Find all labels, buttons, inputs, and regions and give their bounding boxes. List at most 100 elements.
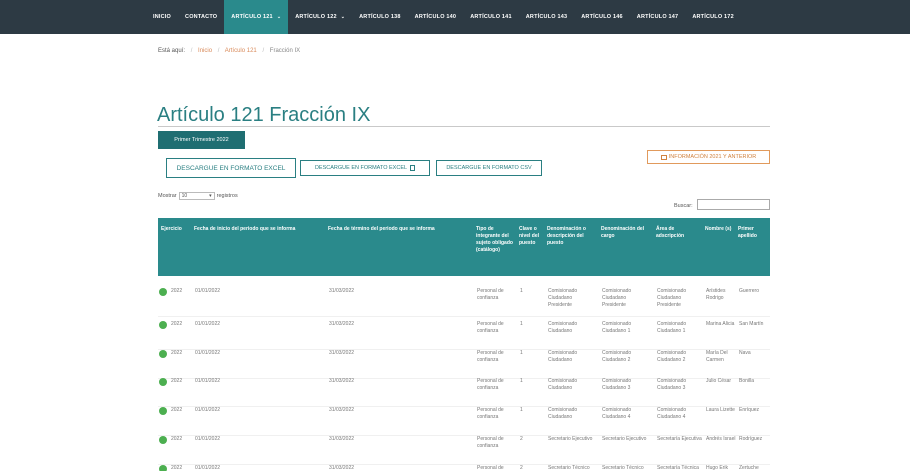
main-nav: INICIO CONTACTO ARTÍCULO 121 ⌄ ARTÍCULO 1… xyxy=(146,0,741,34)
cell-area-adscripcion: Comisionado Ciudadano 1 xyxy=(657,321,687,334)
nav-label: ARTÍCULO 121 xyxy=(231,14,273,20)
download-csv-label: DESCARGUE EN FORMATO CSV xyxy=(446,165,532,171)
cell-primer-apellido: Bonilla xyxy=(739,378,755,384)
breadcrumb-separator: / xyxy=(190,48,193,54)
col-header-clave-nivel[interactable]: Clave o nivel del puesto xyxy=(519,226,543,247)
expand-row-icon[interactable] xyxy=(159,465,167,471)
cell-primer-apellido: Guerrero xyxy=(739,288,760,294)
nav-label: ARTÍCULO 122 xyxy=(295,14,337,20)
breadcrumb: Está aquí: / Inicio / Artículo 121 / Fra… xyxy=(158,48,300,54)
breadcrumb-home-link[interactable]: Inicio xyxy=(198,48,212,54)
col-header-area-adscripcion[interactable]: Área de adscripción xyxy=(656,226,700,240)
cell-ejercicio: 2022 xyxy=(171,465,183,471)
cell-denominacion-puesto: Comisionado Ciudadano xyxy=(548,407,578,420)
document-icon xyxy=(410,165,416,171)
table-row: 2022 01/01/2022 31/03/2022 Personal de conf… xyxy=(158,433,770,465)
cell-clave-nivel: 1 xyxy=(520,378,523,384)
cell-area-adscripcion: Comisionado Ciudadano 2 xyxy=(657,350,687,363)
table-row: 2022 01/01/2022 31/03/2022 Personal de conf… xyxy=(158,318,770,350)
cell-ejercicio: 2022 xyxy=(171,288,183,294)
breadcrumb-section-link[interactable]: Artículo 121 xyxy=(225,48,257,54)
expand-row-icon[interactable] xyxy=(159,321,167,329)
nav-item-articulo-147[interactable]: ARTÍCULO 147 xyxy=(630,0,686,34)
cell-area-adscripcion: Comisionado Ciudadano 3 xyxy=(657,378,687,391)
breadcrumb-separator: / xyxy=(217,48,220,54)
cell-ejercicio: 2022 xyxy=(171,350,183,356)
previous-info-label: INFORMACIÓN 2021 Y ANTERIOR xyxy=(668,154,757,160)
cell-nombre: Julio César xyxy=(706,378,732,384)
cell-denominacion-cargo: Comisionado Ciudadano 3 xyxy=(602,378,632,391)
title-divider xyxy=(158,126,770,127)
cell-fecha-inicio: 01/01/2022 xyxy=(195,288,221,294)
expand-row-icon[interactable] xyxy=(159,436,167,444)
cell-tipo-integrante: Personal de confianza xyxy=(477,436,504,449)
cell-nombre: Andrés Israel xyxy=(706,436,736,442)
col-header-nombre[interactable]: Nombre (s) xyxy=(705,226,735,233)
nav-item-articulo-143[interactable]: ARTÍCULO 143 xyxy=(519,0,575,34)
download-excel-button[interactable]: DESCARGUE EN FORMATO EXCEL xyxy=(166,158,296,178)
table-row: 2022 01/01/2022 31/03/2022 Personal de conf… xyxy=(158,285,770,317)
cell-area-adscripcion: Comisionado Ciudadano Presidente xyxy=(657,288,687,308)
nav-label: ARTÍCULO 143 xyxy=(525,14,568,20)
cell-area-adscripcion: Comisionado Ciudadano 4 xyxy=(657,407,687,420)
cell-denominacion-cargo: Comisionado Ciudadano 1 xyxy=(602,321,632,334)
cell-tipo-integrante: Personal de confianza xyxy=(477,288,504,301)
expand-row-icon[interactable] xyxy=(159,407,167,415)
cell-fecha-termino: 31/03/2022 xyxy=(329,465,355,471)
nav-item-articulo-121[interactable]: ARTÍCULO 121 ⌄ xyxy=(224,0,289,34)
col-header-denominacion-cargo[interactable]: Denominación del cargo xyxy=(601,226,645,240)
nav-item-articulo-138[interactable]: ARTÍCULO 138 xyxy=(352,0,408,34)
nav-item-articulo-172[interactable]: ARTÍCULO 172 xyxy=(685,0,741,34)
cell-denominacion-cargo: Secretario Técnico xyxy=(602,465,644,471)
cell-nombre: Arístides Rodrigo xyxy=(706,288,726,301)
search-input[interactable] xyxy=(697,199,770,210)
cell-nombre: Laura Lizette xyxy=(706,407,735,413)
cell-fecha-termino: 31/03/2022 xyxy=(329,436,355,442)
expand-row-icon[interactable] xyxy=(159,288,167,296)
table-header: Ejercicio Fecha de inicio del periodo qu… xyxy=(158,218,770,276)
col-header-primer-apellido[interactable]: Primer apellido xyxy=(738,226,768,240)
table-row: 2022 01/01/2022 31/03/2022 Personal de conf… xyxy=(158,375,770,407)
calendar-icon xyxy=(660,154,667,160)
nav-item-inicio[interactable]: INICIO xyxy=(146,0,178,34)
nav-label: ARTÍCULO 172 xyxy=(692,14,734,20)
cell-denominacion-puesto: Comisionado Ciudadano xyxy=(548,350,578,363)
previous-info-button[interactable]: INFORMACIÓN 2021 Y ANTERIOR xyxy=(647,150,770,164)
col-header-tipo-integrante[interactable]: Tipo de integrante del sujeto obligado (… xyxy=(476,226,516,254)
cell-nombre: María Del Carmen xyxy=(706,350,728,363)
cell-denominacion-cargo: Comisionado Ciudadano Presidente xyxy=(602,288,632,308)
cell-tipo-integrante: Personal de confianza xyxy=(477,350,504,363)
cell-tipo-integrante: Personal de confianza xyxy=(477,378,504,391)
nav-item-articulo-140[interactable]: ARTÍCULO 140 xyxy=(408,0,464,34)
page-length-select[interactable]: 10 ▾ xyxy=(178,192,215,200)
period-button[interactable]: Primer Trimestre 2022 xyxy=(158,131,245,149)
cell-clave-nivel: 1 xyxy=(520,288,523,294)
download-excel-alt-button[interactable]: DESCARGUE EN FORMATO EXCEL xyxy=(300,160,430,176)
col-header-fecha-inicio[interactable]: Fecha de inicio del periodo que se infor… xyxy=(194,226,344,233)
expand-row-icon[interactable] xyxy=(159,350,167,358)
cell-clave-nivel: 1 xyxy=(520,321,523,327)
nav-item-articulo-141[interactable]: ARTÍCULO 141 xyxy=(463,0,519,34)
col-header-denominacion-puesto[interactable]: Denominación o descripción del puesto xyxy=(547,226,591,247)
nav-item-contacto[interactable]: CONTACTO xyxy=(178,0,224,34)
chevron-down-icon: ▾ xyxy=(209,193,212,199)
nav-label: CONTACTO xyxy=(185,14,218,20)
download-csv-button[interactable]: DESCARGUE EN FORMATO CSV xyxy=(436,160,542,176)
cell-fecha-inicio: 01/01/2022 xyxy=(195,465,221,471)
cell-tipo-integrante: Personal de confianza xyxy=(477,321,504,334)
cell-ejercicio: 2022 xyxy=(171,321,183,327)
cell-primer-apellido: Zertuche xyxy=(739,465,759,471)
col-header-fecha-termino[interactable]: Fecha de término del periodo que se info… xyxy=(328,226,473,233)
cell-denominacion-puesto: Comisionado Ciudadano xyxy=(548,378,578,391)
nav-item-articulo-122[interactable]: ARTÍCULO 122 ⌄ xyxy=(288,0,352,34)
cell-denominacion-puesto: Secretario Técnico xyxy=(548,465,590,471)
cell-primer-apellido: San Martín xyxy=(739,321,764,327)
expand-row-icon[interactable] xyxy=(159,378,167,386)
cell-fecha-termino: 31/03/2022 xyxy=(329,288,355,294)
breadcrumb-separator: / xyxy=(262,48,265,54)
nav-item-articulo-146[interactable]: ARTÍCULO 146 xyxy=(574,0,630,34)
page-length-control: Mostrar 10 ▾ registros xyxy=(158,192,238,200)
breadcrumb-current: Fracción IX xyxy=(269,48,301,54)
cell-ejercicio: 2022 xyxy=(171,378,183,384)
col-header-ejercicio[interactable]: Ejercicio xyxy=(161,226,187,233)
